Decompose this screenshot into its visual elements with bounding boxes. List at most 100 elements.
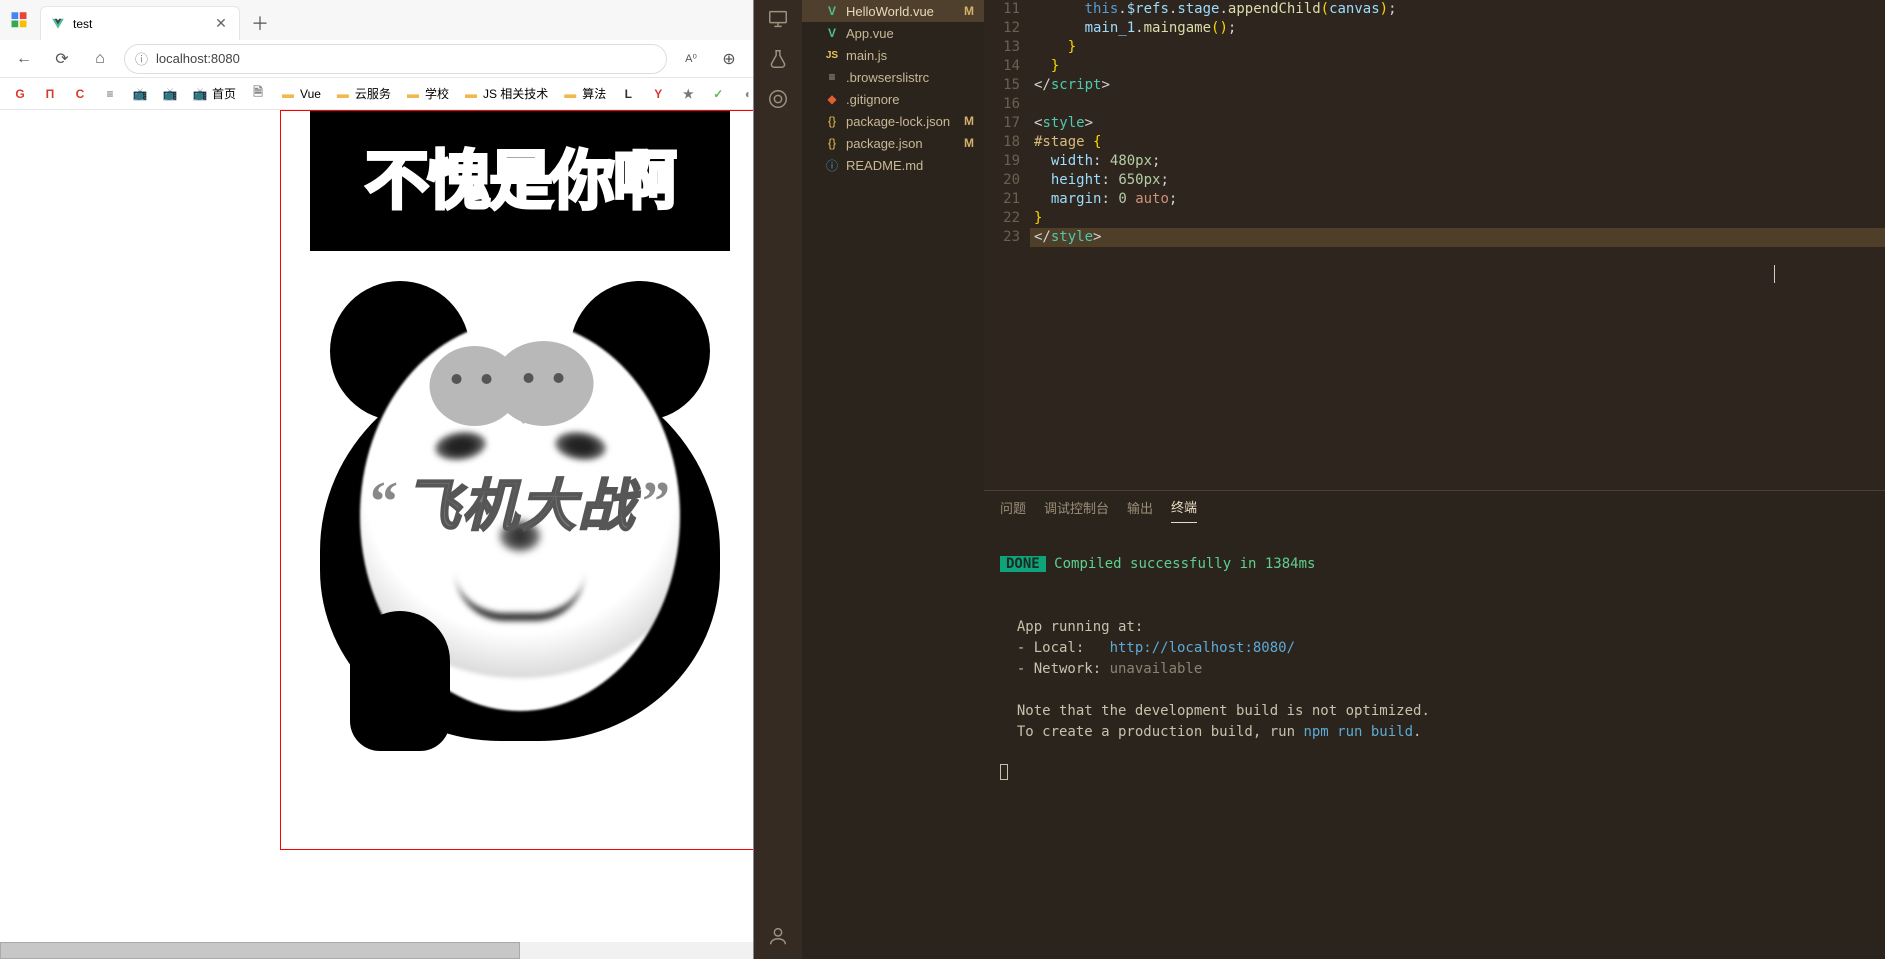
bookmark-label: 云服务 xyxy=(355,85,391,102)
read-aloud-button[interactable]: A⁰ xyxy=(677,45,705,73)
bookmark-item[interactable]: Π xyxy=(38,84,62,104)
code-line-20[interactable]: height: 650px; xyxy=(1030,171,1885,190)
folder-icon: ▬ xyxy=(562,86,578,102)
horizontal-scrollbar[interactable] xyxy=(0,942,753,959)
file-name: package-lock.json xyxy=(846,114,950,129)
bookmark-item[interactable]: 📺 xyxy=(128,84,152,104)
tab-close-button[interactable]: ✕ xyxy=(213,16,229,32)
testing-icon[interactable] xyxy=(765,46,791,72)
new-tab-button[interactable]: ＋ xyxy=(246,9,274,37)
bookmark-item[interactable]: ▬JS 相关技术 xyxy=(459,83,552,104)
file-package-json[interactable]: {}package.jsonM xyxy=(802,132,984,154)
term-line: - Network: xyxy=(1000,661,1110,677)
file--gitignore[interactable]: ◆.gitignore xyxy=(802,88,984,110)
code-line-15[interactable]: </script> xyxy=(1030,76,1885,95)
local-url[interactable]: http://localhost:8080/ xyxy=(1110,640,1295,656)
file--browserslistrc[interactable]: ≡.browserslistrc xyxy=(802,66,984,88)
modified-badge: M xyxy=(964,136,974,150)
code-line-19[interactable]: width: 480px; xyxy=(1030,152,1885,171)
file-App-vue[interactable]: VApp.vue xyxy=(802,22,984,44)
bookmark-item[interactable]: L xyxy=(616,84,640,104)
file-icon: ≡ xyxy=(824,69,840,85)
file-icon: V xyxy=(824,3,840,19)
code-line-12[interactable]: main_1.maingame(); xyxy=(1030,19,1885,38)
site-info-icon[interactable]: ⓘ xyxy=(135,49,148,68)
bookmark-item[interactable]: ★ xyxy=(676,84,700,104)
panel-tab-问题[interactable]: 问题 xyxy=(1000,492,1026,523)
bookmark-item[interactable]: 📺 xyxy=(158,84,182,104)
bookmark-item[interactable]: 📺首页 xyxy=(188,83,240,104)
network-val: unavailable xyxy=(1110,661,1203,677)
remote-icon[interactable] xyxy=(765,6,791,32)
file-package-lock-json[interactable]: {}package-lock.jsonM xyxy=(802,110,984,132)
bookmark-label: 首页 xyxy=(212,85,236,102)
file-README-md[interactable]: ⓘREADME.md xyxy=(802,154,984,176)
code-line-13[interactable]: } xyxy=(1030,38,1885,57)
quote-left: “ xyxy=(370,470,398,534)
bookmark-item[interactable]: C xyxy=(68,84,92,104)
code-line-16[interactable] xyxy=(1030,95,1885,114)
bookmark-item[interactable]: ✓ xyxy=(706,84,730,104)
term-line: - Local: xyxy=(1000,640,1110,656)
done-badge: DONE xyxy=(1000,556,1046,572)
bookmark-icon: Π xyxy=(42,86,58,102)
line-gutter: 11121314151617181920212223 xyxy=(984,0,1030,490)
panel-tab-终端[interactable]: 终端 xyxy=(1171,491,1197,523)
bookmark-icon: 🗎 xyxy=(250,86,266,102)
file-name: README.md xyxy=(846,158,923,173)
back-button[interactable]: ← xyxy=(10,45,38,73)
bookmark-icon: ◐ xyxy=(740,86,753,102)
terminal-output[interactable]: DONE Compiled successfully in 1384ms App… xyxy=(984,523,1885,959)
chat-icon[interactable] xyxy=(765,86,791,112)
bookmark-item[interactable]: 🗎 xyxy=(246,84,270,104)
code-line-21[interactable]: margin: 0 auto; xyxy=(1030,190,1885,209)
editor-panel: 11121314151617181920212223 this.$refs.st… xyxy=(984,0,1885,959)
home-button[interactable]: ⌂ xyxy=(86,45,114,73)
file-name: main.js xyxy=(846,48,887,63)
code-line-23[interactable]: </style> xyxy=(1030,228,1885,247)
code-line-11[interactable]: this.$refs.stage.appendChild(canvas); xyxy=(1030,0,1885,19)
bookmark-item[interactable]: Y xyxy=(646,84,670,104)
game-title-row: “ 飞机大战 ” xyxy=(281,461,753,542)
browser-tab[interactable]: test ✕ xyxy=(40,6,240,40)
quote-right: ” xyxy=(642,470,670,534)
vue-icon xyxy=(51,17,65,31)
bookmark-icon: ✓ xyxy=(710,86,726,102)
browser-window: test ✕ ＋ ← ⟳ ⌂ ⓘ localhost:8080 A⁰ ⊕ GΠC… xyxy=(0,0,754,959)
code-line-18[interactable]: #stage { xyxy=(1030,133,1885,152)
url-input[interactable]: ⓘ localhost:8080 xyxy=(124,44,667,74)
scroll-thumb[interactable] xyxy=(0,942,520,959)
account-icon[interactable] xyxy=(765,923,791,949)
bookmark-item[interactable]: ▬云服务 xyxy=(331,83,395,104)
bookmark-item[interactable]: G xyxy=(8,84,32,104)
code-area[interactable]: this.$refs.stage.appendChild(canvas); ma… xyxy=(1030,0,1885,490)
panel-tab-调试控制台[interactable]: 调试控制台 xyxy=(1044,492,1109,523)
refresh-button[interactable]: ⟳ xyxy=(48,45,76,73)
bookmark-item[interactable]: ≡ xyxy=(98,84,122,104)
url-text: localhost:8080 xyxy=(156,51,240,66)
file-icon: {} xyxy=(824,113,840,129)
text-cursor xyxy=(1774,265,1775,283)
code-line-22[interactable]: } xyxy=(1030,209,1885,228)
file-HelloWorld-vue[interactable]: VHelloWorld.vueM xyxy=(802,0,984,22)
bookmark-icon: 📺 xyxy=(132,86,148,102)
bookmark-item[interactable]: ◐ xyxy=(736,84,753,104)
code-line-14[interactable]: } xyxy=(1030,57,1885,76)
tab-title: test xyxy=(73,17,92,31)
file-main-js[interactable]: JSmain.js xyxy=(802,44,984,66)
bookmark-icon: 📺 xyxy=(192,86,208,102)
code-editor[interactable]: 11121314151617181920212223 this.$refs.st… xyxy=(984,0,1885,490)
bookmark-item[interactable]: ▬学校 xyxy=(401,83,453,104)
zoom-button[interactable]: ⊕ xyxy=(715,45,743,73)
bookmark-item[interactable]: ▬Vue xyxy=(276,84,325,104)
activity-bar xyxy=(754,0,802,959)
file-name: package.json xyxy=(846,136,923,151)
file-tree: VHelloWorld.vueMVApp.vueJSmain.js≡.brows… xyxy=(802,0,984,176)
folder-icon: ▬ xyxy=(280,86,296,102)
game-title: 飞机大战 xyxy=(404,461,636,542)
bookmark-item[interactable]: ▬算法 xyxy=(558,83,610,104)
game-stage[interactable]: 不愧是你啊 “ 飞机大战 ” xyxy=(280,110,753,850)
panel-tab-输出[interactable]: 输出 xyxy=(1127,492,1153,523)
file-icon: ◆ xyxy=(824,91,840,107)
code-line-17[interactable]: <style> xyxy=(1030,114,1885,133)
